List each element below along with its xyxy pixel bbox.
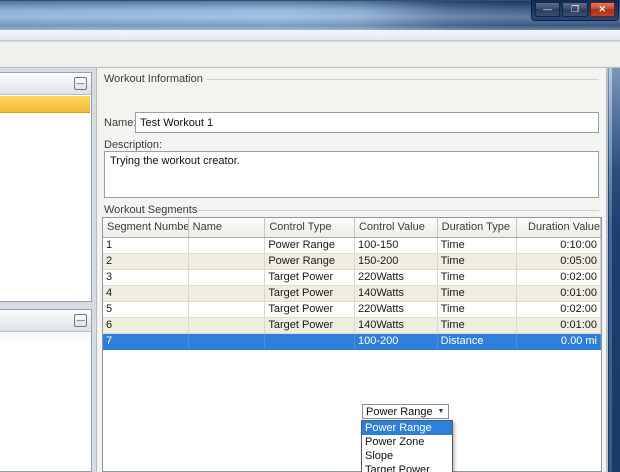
column-header-name[interactable]: Name [189,218,266,237]
section-workout-segments: Workout Segments [104,204,197,216]
dropdown-item-power-zone[interactable]: Power Zone [362,435,452,449]
dropdown-item-power-range[interactable]: Power Range [362,421,452,435]
column-header-control-value[interactable]: Control Value [355,218,438,237]
cell-name[interactable] [189,286,266,301]
section-rule [197,210,599,211]
section-rule [207,79,599,80]
cell-duration-value[interactable]: 0:02:00 [517,302,601,317]
cell-segment-number[interactable]: 6 [103,318,189,333]
column-header-control-type[interactable]: Control Type [265,218,355,237]
column-header-segment-number[interactable]: Segment Number [103,218,189,237]
cell-duration-value[interactable]: 0:01:00 [517,318,601,333]
cell-name[interactable] [189,318,266,333]
cell-duration-type[interactable]: Distance [438,334,518,349]
cell-name[interactable] [189,270,266,285]
app-window: — ❐ ✕ — — Greg: Test Workout 1 ✕ ◄ ► ▼ ❒ [0,0,620,472]
window-border-highlight [609,68,612,472]
window-right-border [607,68,620,472]
cell-control-type[interactable]: Target Power [265,318,355,333]
table-row[interactable]: 3 Target Power 220Watts Time 0:02:00 [103,270,601,286]
description-label: Description: [104,139,162,151]
titlebar-gloss [0,1,620,30]
combobox-value: Power Range [363,406,434,418]
table-row-selected[interactable]: 7 100-200 Distance 0.00 mi [103,334,601,350]
toolbar-band [0,42,620,68]
panel-collapse-icon[interactable]: — [74,314,87,327]
table-row[interactable]: 5 Target Power 220Watts Time 0:02:00 [103,302,601,318]
table-row[interactable]: 1 Power Range 100-150 Time 0:10:00 [103,238,601,254]
cell-control-value[interactable]: 140Watts [355,286,438,301]
maximize-button[interactable]: ❐ [562,2,587,17]
cell-duration-type[interactable]: Time [438,286,518,301]
cell-control-type[interactable]: Target Power [265,270,355,285]
cell-duration-value[interactable]: 0:05:00 [517,254,601,269]
cell-control-value[interactable]: 100-150 [355,238,438,253]
table-row[interactable]: 4 Target Power 140Watts Time 0:01:00 [103,286,601,302]
cell-duration-type[interactable]: Time [438,318,518,333]
name-field[interactable] [135,112,599,133]
highlighted-list-row[interactable] [0,96,90,113]
cell-control-value[interactable]: 140Watts [355,318,438,333]
segments-table: Segment Number Name Control Type Control… [102,217,602,472]
left-top-panel: — [0,72,92,302]
cell-duration-type[interactable]: Time [438,270,518,285]
cell-segment-number[interactable]: 1 [103,238,189,253]
panel-collapse-icon[interactable]: — [74,77,87,90]
table-header-row: Segment Number Name Control Type Control… [103,218,601,238]
cell-segment-number[interactable]: 3 [103,270,189,285]
close-button[interactable]: ✕ [590,2,615,17]
cell-control-type[interactable]: Power Range [265,238,355,253]
window-controls: — ❐ ✕ [531,0,619,21]
cell-control-type[interactable]: Target Power [265,286,355,301]
cell-duration-value[interactable]: 0:10:00 [517,238,601,253]
control-type-combobox[interactable]: Power Range ▼ [362,404,449,419]
control-type-dropdown-list: Power Range Power Zone Slope Target Powe… [361,420,453,472]
menu-band [0,30,620,41]
cell-segment-number[interactable]: 7 [103,334,189,349]
cell-duration-value[interactable]: 0.00 mi [517,334,601,349]
table-row[interactable]: 2 Power Range 150-200 Time 0:05:00 [103,254,601,270]
cell-name[interactable] [189,254,266,269]
table-row[interactable]: 6 Target Power 140Watts Time 0:01:00 [103,318,601,334]
name-label: Name: [104,117,136,129]
left-bottom-panel: — [0,309,92,472]
column-header-duration-type[interactable]: Duration Type [438,218,518,237]
minimize-button[interactable]: — [535,2,560,17]
cell-control-value[interactable]: 150-200 [355,254,438,269]
cell-control-value[interactable]: 220Watts [355,302,438,317]
section-workout-information: Workout Information [104,73,203,85]
cell-segment-number[interactable]: 2 [103,254,189,269]
panel-body-shine [0,333,90,345]
cell-duration-type[interactable]: Time [438,254,518,269]
cell-control-value[interactable]: 220Watts [355,270,438,285]
cell-segment-number[interactable]: 4 [103,286,189,301]
left-bottom-panel-header: — [0,310,91,332]
cell-duration-value[interactable]: 0:02:00 [517,270,601,285]
cell-name[interactable] [189,334,266,349]
left-top-panel-header: — [0,73,91,95]
cell-control-type-editing[interactable] [265,334,355,349]
cell-duration-value[interactable]: 0:01:00 [517,286,601,301]
column-header-duration-value[interactable]: Duration Value [517,218,601,237]
workout-document: Workout Information Name: Description: T… [96,68,607,472]
dropdown-item-target-power[interactable]: Target Power [362,463,452,472]
chevron-down-icon[interactable]: ▼ [434,405,448,418]
cell-name[interactable] [189,302,266,317]
description-field[interactable]: Trying the workout creator. [104,151,599,198]
table-empty-area [103,350,601,471]
cell-segment-number[interactable]: 5 [103,302,189,317]
dropdown-item-slope[interactable]: Slope [362,449,452,463]
window-titlebar [0,0,620,30]
cell-duration-type[interactable]: Time [438,238,518,253]
cell-control-value[interactable]: 100-200 [355,334,438,349]
cell-name[interactable] [189,238,266,253]
cell-control-type[interactable]: Target Power [265,302,355,317]
cell-duration-type[interactable]: Time [438,302,518,317]
cell-control-type[interactable]: Power Range [265,254,355,269]
